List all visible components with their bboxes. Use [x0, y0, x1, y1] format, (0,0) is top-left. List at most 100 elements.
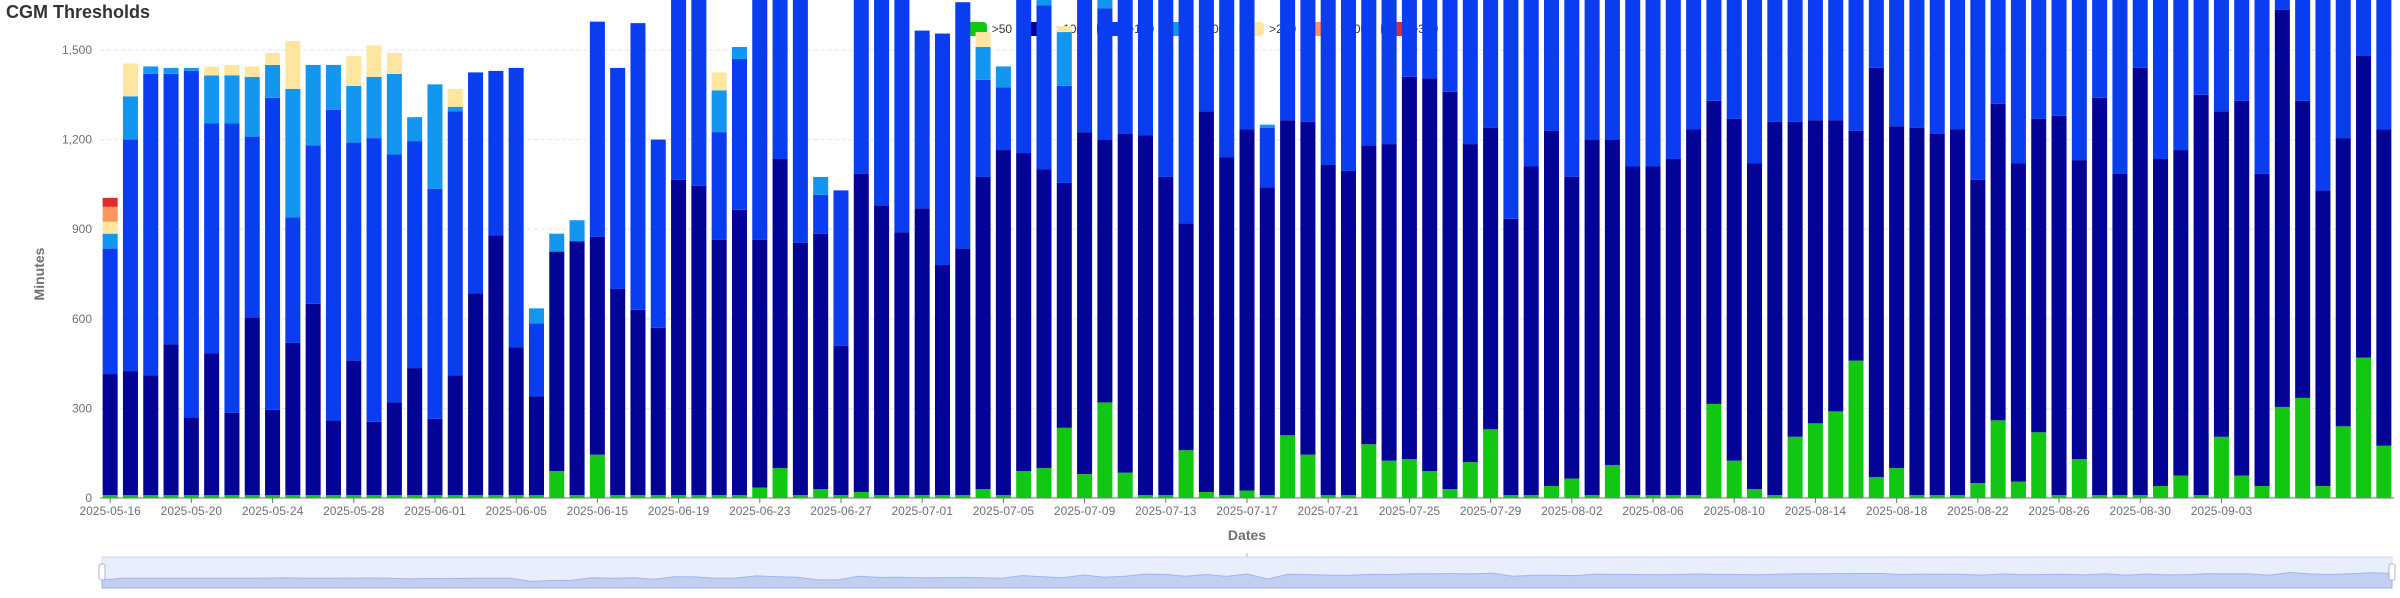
- bar-segment-gt50[interactable]: [1828, 411, 1844, 498]
- bar-segment-gt100[interactable]: [1807, 120, 1823, 424]
- bar-segment-gt150[interactable]: [1158, 0, 1174, 177]
- bar-segment-gt50[interactable]: [1401, 459, 1417, 498]
- bar-segment-gt150[interactable]: [285, 217, 301, 343]
- bar-segment-gt100[interactable]: [325, 420, 341, 496]
- bar-segment-gt100[interactable]: [447, 375, 463, 496]
- bar-segment-gt150[interactable]: [1503, 0, 1519, 219]
- bar-segment-gt150[interactable]: [325, 109, 341, 421]
- bar-segment-gt150[interactable]: [2213, 0, 2229, 112]
- bar-segment-gt100[interactable]: [407, 368, 423, 496]
- bar-segment-gt50[interactable]: [1422, 471, 1438, 498]
- bar-segment-gt50[interactable]: [1198, 492, 1214, 498]
- bar-segment-gt50[interactable]: [1889, 468, 1905, 498]
- bar-segment-gt100[interactable]: [1158, 176, 1174, 496]
- bar-segment-gt100[interactable]: [1016, 153, 1032, 472]
- bar-segment-gt100[interactable]: [2153, 159, 2169, 487]
- bar-segment-gt150[interactable]: [305, 145, 321, 304]
- bar-segment-gt50[interactable]: [1239, 490, 1255, 498]
- bar-segment-gt50[interactable]: [1929, 495, 1945, 498]
- bar-segment-gt150[interactable]: [1686, 0, 1702, 130]
- bar-segment-gt100[interactable]: [2254, 173, 2270, 487]
- bar-segment-gt200[interactable]: [366, 76, 382, 139]
- bar-segment-gt100[interactable]: [792, 242, 808, 496]
- bar-segment-gt150[interactable]: [1950, 0, 1966, 130]
- bar-segment-gt150[interactable]: [244, 136, 260, 318]
- bar-segment-gt150[interactable]: [1259, 127, 1275, 188]
- bar-segment-gt50[interactable]: [853, 492, 869, 498]
- bar-segment-gt150[interactable]: [1462, 0, 1478, 145]
- bar-segment-gt100[interactable]: [468, 293, 484, 496]
- bar-segment-gt100[interactable]: [2295, 100, 2311, 398]
- bar-segment-gt150[interactable]: [813, 194, 829, 234]
- bar-segment-gt50[interactable]: [2234, 475, 2250, 498]
- bar-segment-gt250[interactable]: [224, 64, 240, 76]
- bar-segment-gt150[interactable]: [610, 67, 626, 289]
- bar-segment-gt100[interactable]: [2315, 190, 2331, 487]
- bar-segment-gt100[interactable]: [1137, 135, 1153, 496]
- bar-segment-gt50[interactable]: [204, 495, 220, 498]
- bar-segment-gt150[interactable]: [1726, 0, 1742, 119]
- bar-segment-gt150[interactable]: [386, 154, 402, 403]
- bar-segment-gt200[interactable]: [549, 233, 565, 252]
- bar-segment-gt150[interactable]: [1970, 0, 1986, 180]
- bar-segment-gt200[interactable]: [1056, 32, 1072, 86]
- bar-segment-gt100[interactable]: [894, 232, 910, 496]
- bar-segment-gt150[interactable]: [1483, 0, 1499, 128]
- bar-segment-gt150[interactable]: [468, 72, 484, 294]
- bar-segment-gt50[interactable]: [955, 495, 971, 498]
- bar-segment-gt100[interactable]: [265, 409, 281, 496]
- bar-segment-gt150[interactable]: [224, 123, 240, 413]
- bar-segment-gt100[interactable]: [1929, 133, 1945, 496]
- bar-segment-gt50[interactable]: [1097, 402, 1113, 498]
- bar-segment-gt200[interactable]: [427, 84, 443, 189]
- bar-segment-gt100[interactable]: [1990, 103, 2006, 421]
- bar-segment-gt250[interactable]: [711, 72, 727, 91]
- bar-segment-gt50[interactable]: [874, 495, 890, 498]
- bar-segment-gt150[interactable]: [792, 0, 808, 243]
- bar-segment-gt50[interactable]: [1645, 495, 1661, 498]
- bar-segment-gt50[interactable]: [711, 495, 727, 498]
- bar-segment-gt100[interactable]: [691, 185, 707, 496]
- bar-segment-gt50[interactable]: [1970, 483, 1986, 498]
- bar-segment-gt50[interactable]: [2010, 481, 2026, 498]
- bar-segment-gt100[interactable]: [833, 345, 849, 496]
- bar-segment-gt100[interactable]: [1584, 139, 1600, 496]
- bar-segment-gt150[interactable]: [1117, 0, 1133, 134]
- bar-segment-gt150[interactable]: [1137, 0, 1153, 136]
- bar-segment-gt100[interactable]: [2173, 150, 2189, 476]
- bar-segment-gt150[interactable]: [874, 0, 890, 206]
- bar-segment-gt50[interactable]: [2132, 495, 2148, 498]
- bar-segment-gt50[interactable]: [1767, 495, 1783, 498]
- bar-segment-gt100[interactable]: [346, 360, 362, 496]
- bar-segment-gt50[interactable]: [447, 495, 463, 498]
- bar-segment-gt50[interactable]: [1300, 454, 1316, 498]
- bar-segment-gt200[interactable]: [102, 233, 118, 249]
- bar-segment-gt50[interactable]: [224, 495, 240, 498]
- bar-segment-gt100[interactable]: [2193, 94, 2209, 496]
- bar-segment-gt50[interactable]: [2213, 436, 2229, 498]
- bar-segment-gt100[interactable]: [2376, 129, 2392, 446]
- bar-segment-gt50[interactable]: [1077, 474, 1093, 498]
- bar-segment-gt50[interactable]: [1523, 495, 1539, 498]
- bar-segment-gt100[interactable]: [1706, 100, 1722, 404]
- bar-segment-gt150[interactable]: [2173, 0, 2189, 151]
- bar-segment-gt50[interactable]: [244, 495, 260, 498]
- bar-segment-gt50[interactable]: [528, 495, 544, 498]
- bar-segment-gt50[interactable]: [1990, 420, 2006, 498]
- bar-segment-gt50[interactable]: [285, 495, 301, 498]
- bar-segment-gt150[interactable]: [204, 123, 220, 354]
- bar-segment-gt100[interactable]: [1320, 164, 1336, 496]
- bar-segment-gt100[interactable]: [549, 251, 565, 472]
- bar-segment-gt150[interactable]: [995, 87, 1011, 151]
- bar-segment-gt200[interactable]: [731, 47, 747, 59]
- bar-segment-gt50[interactable]: [549, 471, 565, 498]
- bar-segment-gt150[interactable]: [1016, 0, 1032, 154]
- bar-segment-gt50[interactable]: [2193, 495, 2209, 498]
- bar-segment-gt100[interactable]: [1056, 182, 1072, 428]
- bar-segment-gt150[interactable]: [691, 0, 707, 186]
- bar-segment-gt50[interactable]: [1726, 460, 1742, 498]
- bar-segment-gt50[interactable]: [2295, 397, 2311, 498]
- bar-segment-gt100[interactable]: [1117, 133, 1133, 473]
- bar-segment-gt150[interactable]: [1320, 0, 1336, 165]
- bar-segment-gt50[interactable]: [265, 495, 281, 498]
